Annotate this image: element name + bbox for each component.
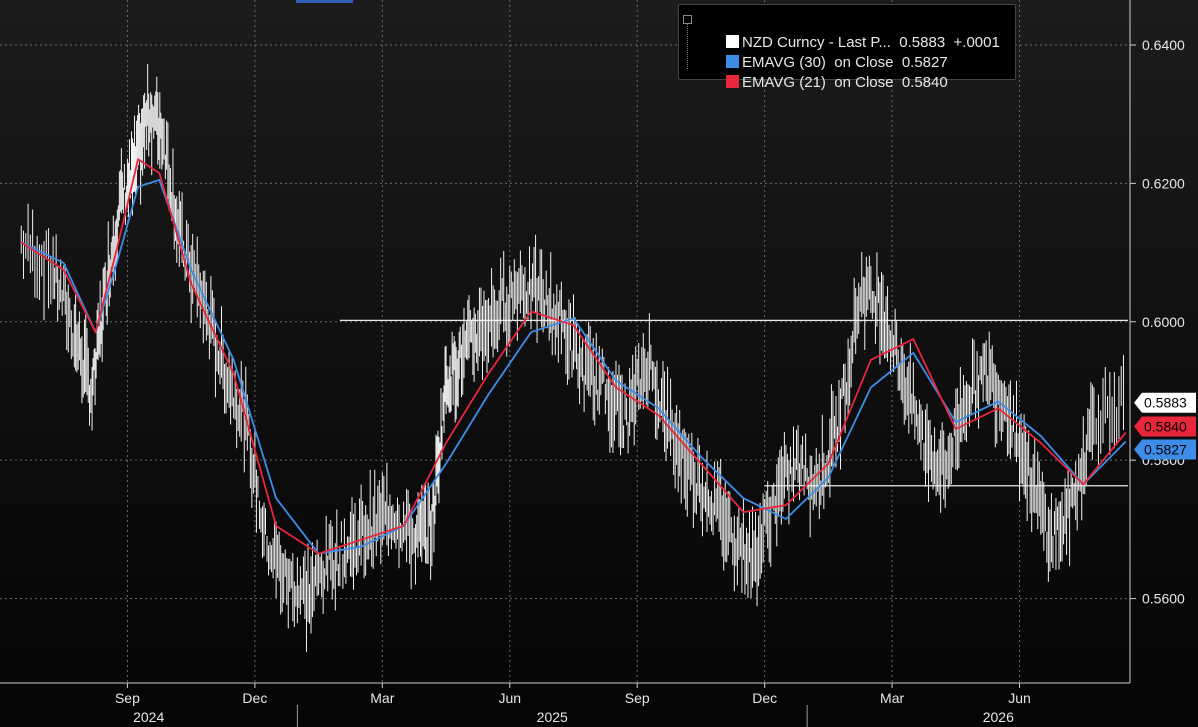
legend-row-price[interactable]: NZD Curncy - Last P... 0.5883 +.0001 bbox=[701, 13, 1000, 51]
chart: 0.5600 0.5800 0.6000 0.6200 0.6400 Sep Dec Mar… bbox=[0, 0, 1198, 727]
y-tick-label: 0.6000 bbox=[1142, 314, 1185, 330]
y-tick-label: 0.5600 bbox=[1142, 591, 1185, 607]
x-tick-label: Jun bbox=[498, 690, 521, 706]
y-tick-label: 0.6200 bbox=[1142, 175, 1185, 191]
ema30-tag: 0.5827 bbox=[1134, 439, 1196, 460]
x-tick-label: Dec bbox=[242, 690, 267, 706]
x-tick-label: Dec bbox=[752, 690, 777, 706]
ema21-tag: 0.5840 bbox=[1134, 416, 1196, 437]
x-tick-label: Jun bbox=[1008, 690, 1031, 706]
x-year-label: 2026 bbox=[983, 709, 1014, 725]
y-tick-label: 0.6400 bbox=[1142, 37, 1185, 53]
legend-value: 0.5840 bbox=[901, 74, 948, 91]
chart-legend[interactable]: NZD Curncy - Last P... 0.5883 +.0001 EMA… bbox=[678, 4, 1016, 91]
legend-row-ema21[interactable]: EMAVG (21) on Close 0.5840 bbox=[701, 53, 948, 91]
x-year-label: 2024 bbox=[133, 709, 164, 725]
legend-swatch-ema21 bbox=[726, 75, 740, 88]
tag-label: 0.5840 bbox=[1144, 418, 1187, 434]
legend-collapse-icon[interactable] bbox=[683, 15, 692, 24]
x-year-label: 2025 bbox=[537, 709, 568, 725]
x-tick-label: Sep bbox=[625, 690, 650, 706]
tag-label: 0.5827 bbox=[1144, 441, 1187, 457]
legend-change: +.0001 bbox=[953, 34, 1000, 51]
legend-label: EMAVG (21) on Close bbox=[742, 74, 894, 91]
plot-area: 0.56000.58000.60000.62000.6400 Sep Dec Mar… bbox=[0, 0, 1196, 727]
x-tick-label: Mar bbox=[880, 690, 904, 706]
x-tick-label: Sep bbox=[115, 690, 140, 706]
tag-label: 0.5883 bbox=[1144, 395, 1187, 411]
x-tick-label: Mar bbox=[370, 690, 394, 706]
series-price-bars bbox=[20, 63, 1124, 652]
legend-row-ema30[interactable]: EMAVG (30) on Close 0.5827 bbox=[701, 33, 948, 71]
last-price-tag: 0.5883 bbox=[1134, 392, 1196, 413]
